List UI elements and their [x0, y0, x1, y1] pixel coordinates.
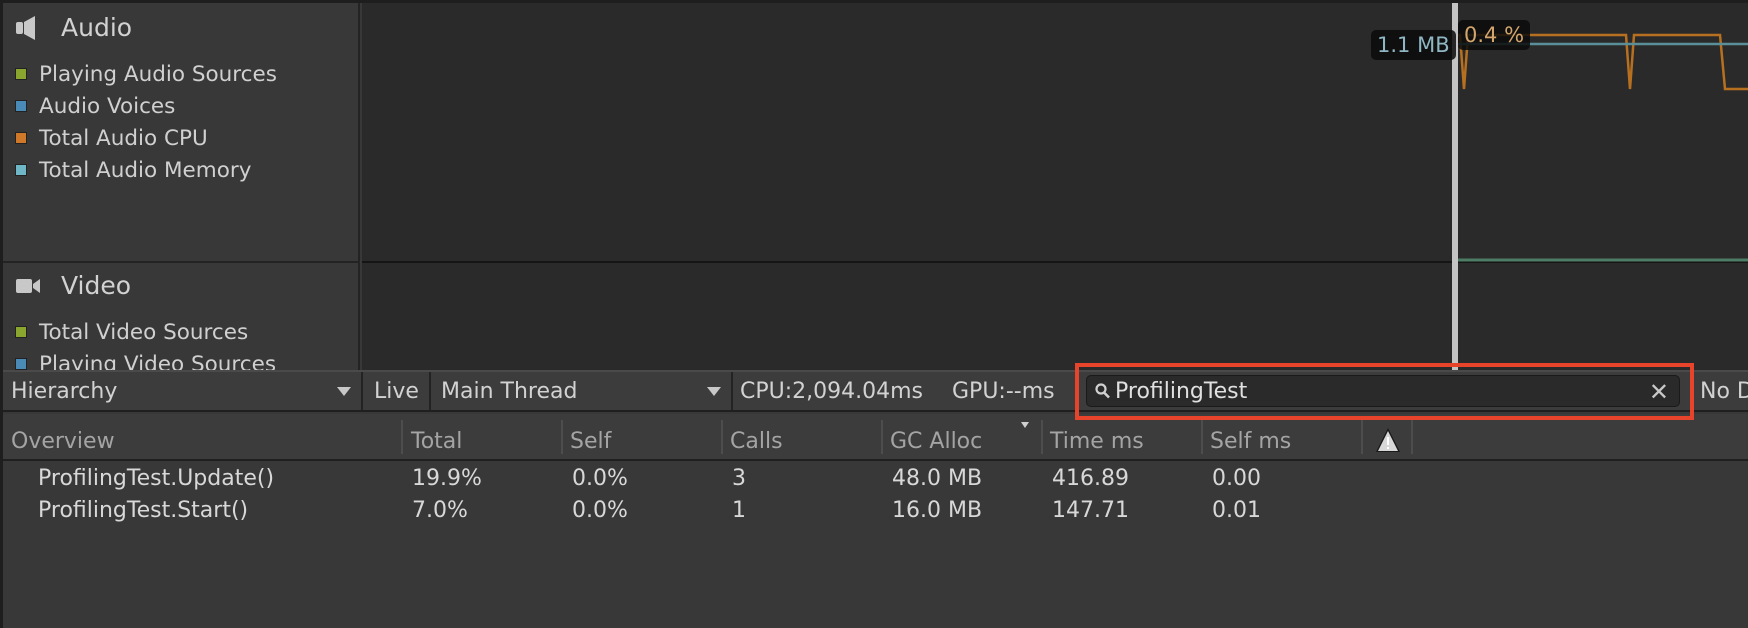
table-header: Overview Total Self Calls GC Alloc Time … [3, 414, 1748, 461]
search-input[interactable]: ProfilingTest ✕ [1086, 375, 1680, 407]
legend-swatch [15, 326, 27, 338]
cell-total: 19.9% [412, 466, 482, 491]
column-header-calls[interactable]: Calls [730, 429, 783, 454]
sort-descending-icon [1021, 422, 1029, 428]
legend-swatch [15, 358, 27, 370]
column-header-overview[interactable]: Overview [11, 429, 115, 454]
hierarchy-table: ProfilingTest.Update() 19.9% 0.0% 3 48.0… [3, 461, 1748, 628]
column-divider[interactable] [401, 420, 403, 454]
video-title-text: Video [61, 271, 132, 300]
details-dropdown[interactable]: No De [1692, 372, 1748, 410]
legend-item-playing-video-sources[interactable]: Playing Video Sources [15, 348, 276, 370]
cpu-time-readout: CPU:2,094.04ms [740, 372, 923, 410]
profiler-chart-svg [1452, 3, 1748, 370]
window-left-border [0, 0, 3, 628]
legend-swatch [15, 100, 27, 112]
cell-calls: 3 [732, 466, 746, 491]
chevron-down-icon [707, 387, 721, 396]
column-divider[interactable] [1361, 420, 1363, 454]
thread-label: Main Thread [441, 378, 578, 404]
view-mode-label: Hierarchy [11, 378, 118, 404]
legend-label: Total Audio CPU [39, 125, 208, 151]
audio-legend: Playing Audio Sources Audio Voices Total… [15, 58, 277, 186]
warning-icon[interactable] [1375, 427, 1401, 453]
column-divider[interactable] [1201, 420, 1203, 454]
cell-name: ProfilingTest.Update() [38, 466, 275, 491]
search-icon [1095, 383, 1110, 399]
cell-gc-alloc: 48.0 MB [892, 466, 983, 491]
column-header-gc-alloc[interactable]: GC Alloc [890, 429, 982, 454]
cell-name: ProfilingTest.Start() [38, 498, 249, 523]
details-toolbar: Hierarchy Live Main Thread CPU:2,094.04m… [3, 370, 1748, 412]
video-legend: Total Video Sources Playing Video Source… [15, 316, 276, 370]
column-header-self[interactable]: Self [570, 429, 611, 454]
column-header-self-ms[interactable]: Self ms [1210, 429, 1291, 454]
audio-module-panel[interactable]: Audio Playing Audio Sources Audio Voices… [3, 3, 360, 261]
legend-label: Playing Video Sources [39, 351, 277, 371]
table-row[interactable]: ProfilingTest.Update() 19.9% 0.0% 3 48.0… [3, 463, 1748, 495]
view-mode-dropdown[interactable]: Hierarchy [3, 372, 363, 410]
legend-item-total-audio-memory[interactable]: Total Audio Memory [15, 154, 277, 186]
cell-self-ms: 0.01 [1212, 498, 1261, 523]
legend-swatch [15, 164, 27, 176]
cpu-time-text: CPU:2,094.04ms [740, 378, 924, 404]
column-divider[interactable] [1041, 420, 1043, 454]
cell-self-ms: 0.00 [1212, 466, 1261, 491]
legend-label: Total Audio Memory [39, 157, 252, 183]
speaker-icon [16, 15, 35, 40]
legend-item-total-audio-cpu[interactable]: Total Audio CPU [15, 122, 277, 154]
video-module-title: Video [15, 271, 131, 300]
gpu-time-readout: GPU:--ms [952, 372, 1055, 410]
live-toggle[interactable]: Live [365, 372, 431, 410]
search-value: ProfilingTest [1115, 378, 1248, 404]
legend-label: Playing Audio Sources [39, 61, 277, 87]
video-module-panel[interactable]: Video Total Video Sources Playing Video … [3, 263, 360, 370]
column-header-time-ms[interactable]: Time ms [1050, 429, 1144, 454]
column-header-total[interactable]: Total [411, 429, 462, 454]
column-divider[interactable] [561, 420, 563, 454]
thread-dropdown[interactable]: Main Thread [433, 372, 733, 410]
legend-item-audio-voices[interactable]: Audio Voices [15, 90, 277, 122]
column-divider[interactable] [721, 420, 723, 454]
legend-swatch [15, 132, 27, 144]
cell-self: 0.0% [572, 466, 628, 491]
legend-item-playing-audio-sources[interactable]: Playing Audio Sources [15, 58, 277, 90]
cpu-value-tooltip: 0.4 % [1458, 20, 1531, 50]
cell-time-ms: 416.89 [1052, 466, 1129, 491]
chevron-down-icon [337, 387, 351, 396]
audio-title-text: Audio [61, 13, 133, 42]
legend-item-total-video-sources[interactable]: Total Video Sources [15, 316, 276, 348]
cell-gc-alloc: 16.0 MB [892, 498, 983, 523]
audio-module-title: Audio [15, 13, 132, 42]
gpu-time-text: GPU:--ms [952, 378, 1055, 404]
clear-search-icon[interactable]: ✕ [1649, 378, 1669, 406]
memory-value-tooltip: 1.1 MB [1371, 30, 1456, 60]
cell-calls: 1 [732, 498, 746, 523]
column-divider[interactable] [881, 420, 883, 454]
cell-time-ms: 147.71 [1052, 498, 1129, 523]
legend-label: Total Video Sources [39, 319, 249, 345]
column-divider[interactable] [1411, 420, 1413, 454]
video-camera-icon [16, 278, 40, 293]
live-label: Live [374, 378, 419, 404]
legend-swatch [15, 68, 27, 80]
cell-total: 7.0% [412, 498, 468, 523]
legend-label: Audio Voices [39, 93, 176, 119]
table-row[interactable]: ProfilingTest.Start() 7.0% 0.0% 1 16.0 M… [3, 495, 1748, 527]
cell-self: 0.0% [572, 498, 628, 523]
details-label: No De [1700, 378, 1748, 404]
